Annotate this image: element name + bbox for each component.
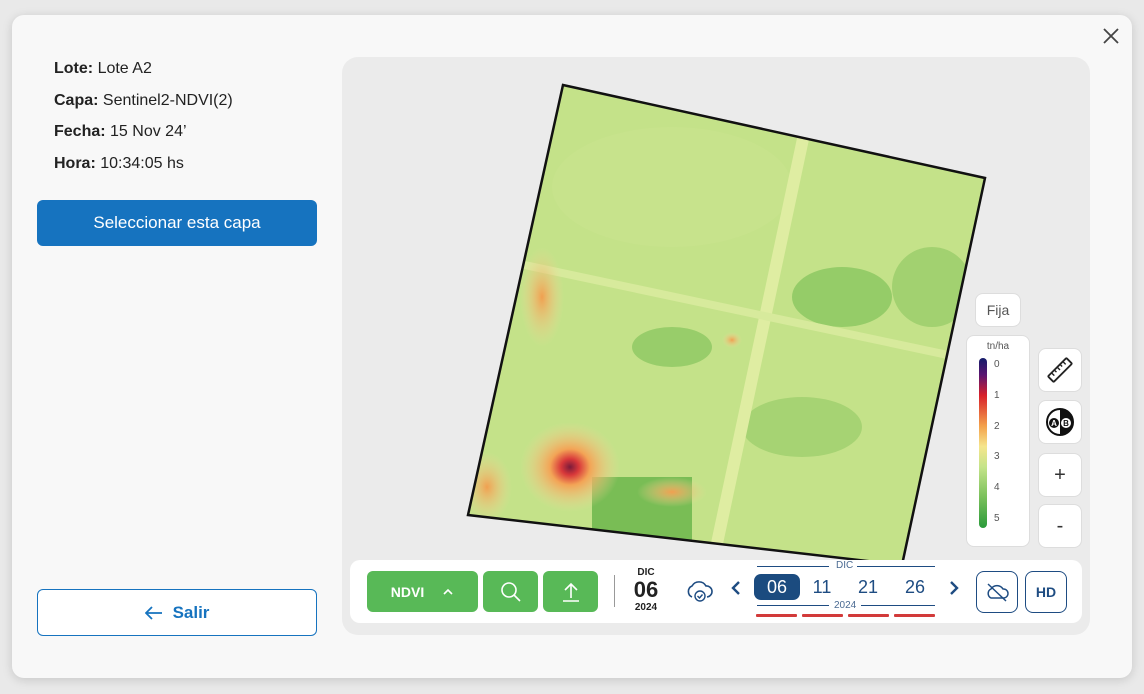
zoom-out-button[interactable]: - [1038, 504, 1082, 548]
hora-label: Hora: [54, 155, 96, 172]
exit-button[interactable]: Salir [37, 589, 317, 636]
prev-dates-button[interactable] [731, 579, 741, 602]
selected-date-day: 06 [633, 577, 659, 602]
select-layer-label: Seleccionar esta capa [93, 213, 261, 232]
search-button[interactable] [483, 571, 538, 612]
month-line-right [857, 566, 935, 567]
capa-label: Capa: [54, 92, 99, 109]
arrow-left-icon [144, 605, 162, 620]
date-option[interactable]: 21 [845, 574, 891, 600]
hd-button[interactable]: HD [1025, 571, 1067, 613]
month-line-left [757, 566, 829, 567]
legend-tick: 0 [994, 359, 1000, 370]
compare-a-label: A [1051, 419, 1057, 428]
date-strip-year: 2024 [834, 600, 857, 611]
hora-info: Hora: 10:34:05 hs [54, 155, 184, 173]
zoom-out-label: - [1056, 514, 1064, 537]
lote-label: Lote: [54, 60, 94, 77]
color-legend: tn/ha 0 1 2 3 4 5 [966, 335, 1030, 547]
cloud-check-icon[interactable] [684, 578, 714, 604]
search-icon [500, 581, 521, 602]
upload-button[interactable] [543, 571, 598, 612]
cloud-coverage-bar [894, 614, 935, 617]
legend-tick: 4 [994, 482, 1000, 493]
compare-b-label: B [1063, 419, 1069, 428]
cloud-coverage-bar [848, 614, 889, 617]
cloud-off-icon [987, 583, 1009, 602]
cloud-filter-button[interactable] [976, 571, 1018, 613]
date-option-label: 11 [812, 576, 832, 597]
exit-label: Salir [172, 602, 210, 622]
compare-ab-icon: A B [1046, 408, 1074, 436]
legend-tick: 3 [994, 451, 1000, 462]
capa-info: Capa: Sentinel2-NDVI(2) [54, 92, 233, 110]
layer-select-button[interactable]: NDVI [367, 571, 478, 612]
chevron-right-icon [950, 581, 959, 595]
capa-value: Sentinel2-NDVI(2) [102, 92, 233, 109]
legend-tick: 1 [994, 390, 1000, 401]
ruler-button[interactable] [1038, 348, 1082, 392]
fija-label: Fija [986, 302, 1010, 318]
legend-gradient [979, 358, 987, 528]
toolbar-divider [614, 575, 615, 607]
lote-info: Lote: Lote A2 [54, 60, 152, 78]
ruler-icon [1047, 357, 1073, 383]
layer-select-label: NDVI [390, 583, 425, 600]
upload-icon [562, 582, 579, 602]
compare-ab-button[interactable]: A B [1038, 400, 1082, 444]
chevron-left-icon [731, 581, 740, 595]
selected-date: DIC 06 2024 [628, 567, 664, 613]
fecha-label: Fecha: [54, 123, 106, 140]
next-dates-button[interactable] [949, 579, 959, 602]
fecha-info: Fecha: 15 Nov 24’ [54, 123, 187, 141]
zoom-in-label: + [1054, 463, 1066, 486]
fija-toggle[interactable]: Fija [975, 293, 1021, 327]
close-icon[interactable] [1100, 25, 1122, 47]
year-line-right [861, 605, 935, 606]
legend-tick: 5 [994, 513, 1000, 524]
year-line-left [757, 605, 829, 606]
hora-value: 10:34:05 hs [100, 155, 184, 172]
selected-date-year: 2024 [634, 602, 658, 613]
select-layer-button[interactable]: Seleccionar esta capa [37, 200, 317, 246]
date-option[interactable]: 11 [799, 574, 845, 600]
fecha-value: 15 Nov 24’ [110, 123, 187, 140]
date-option-label: 26 [904, 576, 926, 597]
hd-label: HD [1035, 584, 1057, 600]
date-option-label: 06 [766, 576, 788, 597]
zoom-in-button[interactable]: + [1038, 453, 1082, 497]
legend-tick: 2 [994, 421, 1000, 432]
legend-unit: tn/ha [986, 341, 1010, 352]
cloud-coverage-bar [802, 614, 843, 617]
date-option[interactable]: 06 [754, 574, 800, 600]
cloud-coverage-bar [756, 614, 797, 617]
date-option-label: 21 [857, 576, 879, 597]
lote-value: Lote A2 [97, 60, 152, 77]
date-option[interactable]: 26 [892, 574, 938, 600]
chevron-up-icon [443, 588, 453, 595]
date-strip-month: DIC [836, 560, 854, 571]
